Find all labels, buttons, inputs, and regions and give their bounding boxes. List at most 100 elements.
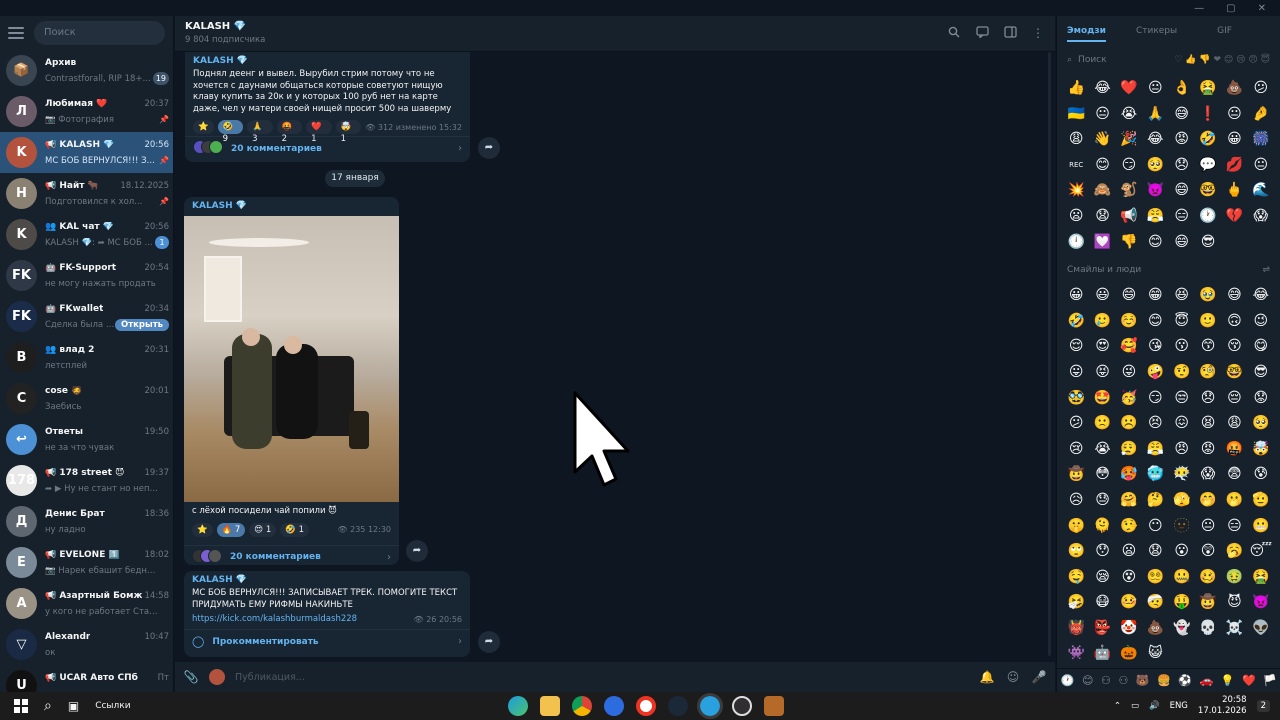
emoji-cell[interactable]: 🤥: [1116, 514, 1142, 540]
emoji-cell[interactable]: 😶‍🌫️: [1169, 462, 1195, 488]
emoji-category-icon[interactable]: ⚇: [1118, 674, 1128, 687]
emoji-cell[interactable]: 👋: [1089, 127, 1115, 153]
emoji-cell[interactable]: 😤: [1142, 204, 1168, 230]
emoji-cell[interactable]: 😂: [1089, 76, 1115, 102]
emoji-cell[interactable]: 👽: [1248, 616, 1274, 642]
emoji-cell[interactable]: 🎆: [1248, 127, 1274, 153]
emoji-cell[interactable]: 🥴: [1195, 565, 1221, 591]
reaction-chip[interactable]: 😍 1: [249, 522, 277, 537]
emoji-cell[interactable]: 👍: [1063, 76, 1089, 102]
emoji-cell[interactable]: 😚: [1221, 334, 1247, 360]
emoji-cell[interactable]: 😴: [1248, 539, 1274, 565]
emoji-cell[interactable]: 👎: [1116, 230, 1142, 256]
emoji-cell[interactable]: 👾: [1063, 641, 1089, 667]
network-icon[interactable]: ▭: [1131, 701, 1139, 711]
emoji-cell[interactable]: 😰: [1248, 462, 1274, 488]
emoji-cell[interactable]: 😅: [1221, 283, 1247, 309]
reaction-chip[interactable]: 🤣 9: [217, 120, 244, 144]
volume-icon[interactable]: 🔊: [1149, 701, 1160, 711]
language-indicator[interactable]: ENG: [1170, 701, 1188, 711]
emoji-cell[interactable]: 😫: [1195, 411, 1221, 437]
task-view-icon[interactable]: ▣: [68, 699, 79, 713]
emoji-cell[interactable]: 🤮: [1248, 565, 1274, 591]
chevron-up-icon[interactable]: ⌃: [1114, 701, 1121, 711]
emoji-cell[interactable]: 😐: [1221, 102, 1247, 128]
emoji-cell[interactable]: 😄: [1169, 230, 1195, 256]
emoji-cell[interactable]: 👺: [1089, 616, 1115, 642]
chat-scrollbar[interactable]: [1048, 52, 1051, 656]
chat-list-item[interactable]: 178 📢 178 street 😈 19:37 ➦ ▶ Ну не стант…: [0, 460, 173, 501]
emoji-category-icon[interactable]: ⚇: [1101, 674, 1111, 687]
open-app-button[interactable]: Открыть: [115, 318, 169, 331]
emoji-cell[interactable]: 😶: [1142, 514, 1168, 540]
emoji-cell[interactable]: 😟: [1248, 386, 1274, 412]
emoji-cell[interactable]: 🤣: [1195, 127, 1221, 153]
emoji-cell[interactable]: 😩: [1063, 127, 1089, 153]
chat-list-item[interactable]: FK 🤖 FKwallet 20:34 Сделка была от... От…: [0, 296, 173, 337]
leave-comment-button[interactable]: ◯ Прокомментировать ›: [184, 629, 470, 653]
emoji-category-icon[interactable]: 🍔: [1157, 674, 1171, 687]
reaction-chip[interactable]: 🤣 1: [280, 522, 309, 537]
emoji-cell[interactable]: 😝: [1089, 360, 1115, 386]
chat-list-item[interactable]: 📦 Архив Contrastforall, RIP 18+… 19: [0, 50, 173, 91]
emoji-cell[interactable]: 😏: [1116, 153, 1142, 179]
sidebar-toggle-icon[interactable]: [1003, 26, 1017, 40]
tab-stickers[interactable]: Стикеры: [1136, 26, 1177, 36]
emoji-cell[interactable]: 😨: [1221, 462, 1247, 488]
more-options-icon[interactable]: ⋮: [1031, 26, 1045, 40]
emoji-cell[interactable]: 🎉: [1116, 127, 1142, 153]
share-button[interactable]: ➦: [406, 540, 428, 562]
emoji-cell[interactable]: 😊: [1142, 309, 1168, 335]
steam-icon[interactable]: [668, 696, 688, 716]
emoji-cell[interactable]: 🫠: [1089, 514, 1115, 540]
emoji-category-icon[interactable]: ⚽: [1178, 674, 1192, 687]
emoji-cell[interactable]: 😱: [1248, 204, 1274, 230]
emoji-cell[interactable]: 😜: [1116, 360, 1142, 386]
emoji-cell[interactable]: 😔: [1221, 386, 1247, 412]
emoji-cell[interactable]: ☺️: [1116, 309, 1142, 335]
chat-list-item[interactable]: А 📢 Азартный Бомж 14:58 у кого не работа…: [0, 583, 173, 624]
discussion-icon[interactable]: [975, 26, 989, 40]
chat-list-item[interactable]: В 👥 влад 2 20:31 летсплей: [0, 337, 173, 378]
telegram-icon[interactable]: [697, 693, 723, 719]
post-author[interactable]: KALASH 💎: [184, 197, 399, 211]
emoji-cell[interactable]: 🤠: [1063, 462, 1089, 488]
emoji-category-filters[interactable]: ♡ 👍 👎 ❤ 😊 😢 😠 😇: [1174, 55, 1270, 65]
emoji-cell[interactable]: 😑: [1169, 204, 1195, 230]
emoji-cell[interactable]: 😮‍💨: [1116, 437, 1142, 463]
emoji-cell[interactable]: 🤠: [1195, 590, 1221, 616]
reaction-chip[interactable]: 🔥 7: [216, 522, 246, 537]
emoji-cell[interactable]: 🤡: [1116, 616, 1142, 642]
emoji-cell[interactable]: 😺: [1142, 641, 1168, 667]
emoji-cell[interactable]: 😥: [1063, 488, 1089, 514]
reaction-chip[interactable]: ⭐: [193, 120, 214, 134]
emoji-cell[interactable]: 🥹: [1195, 283, 1221, 309]
emoji-search-input[interactable]: Поиск: [1078, 55, 1107, 65]
reaction-chip[interactable]: ⭐: [192, 522, 213, 537]
checkmark-app-icon[interactable]: [604, 696, 624, 716]
attach-icon[interactable]: 📎: [183, 669, 199, 685]
emoji-cell[interactable]: 🫥: [1169, 514, 1195, 540]
emoji-cell[interactable]: 😂: [1248, 283, 1274, 309]
emoji-cell[interactable]: 😞: [1169, 153, 1195, 179]
emoji-cell[interactable]: 😭: [1089, 437, 1115, 463]
emoji-cell[interactable]: 😃: [1089, 283, 1115, 309]
emoji-cell[interactable]: 🌊: [1248, 178, 1274, 204]
emoji-category-icon[interactable]: 🐻: [1136, 674, 1150, 687]
share-button[interactable]: ➦: [478, 631, 500, 653]
emoji-cell[interactable]: 😄: [1116, 283, 1142, 309]
emoji-cell[interactable]: 🤓: [1195, 178, 1221, 204]
reaction-chip[interactable]: 🙏 3: [247, 120, 273, 144]
emoji-cell[interactable]: 😘: [1142, 334, 1168, 360]
emoji-cell[interactable]: 🥺: [1142, 153, 1168, 179]
emoji-cell[interactable]: 🥲: [1089, 309, 1115, 335]
emoji-cell[interactable]: 😌: [1063, 334, 1089, 360]
clock[interactable]: 20:58 17.01.2026: [1198, 695, 1247, 717]
emoji-cell[interactable]: ☹️: [1116, 411, 1142, 437]
emoji-category-icon[interactable]: 🚗: [1200, 674, 1214, 687]
emoji-icon[interactable]: ☺: [1005, 669, 1021, 685]
emoji-cell[interactable]: 🤖: [1089, 641, 1115, 667]
emoji-search[interactable]: ⌕ Поиск ♡ 👍 👎 ❤ 😊 😢 😠 😇: [1057, 48, 1280, 72]
emoji-cell[interactable]: 😩: [1221, 411, 1247, 437]
emoji-cell[interactable]: 😤: [1142, 437, 1168, 463]
